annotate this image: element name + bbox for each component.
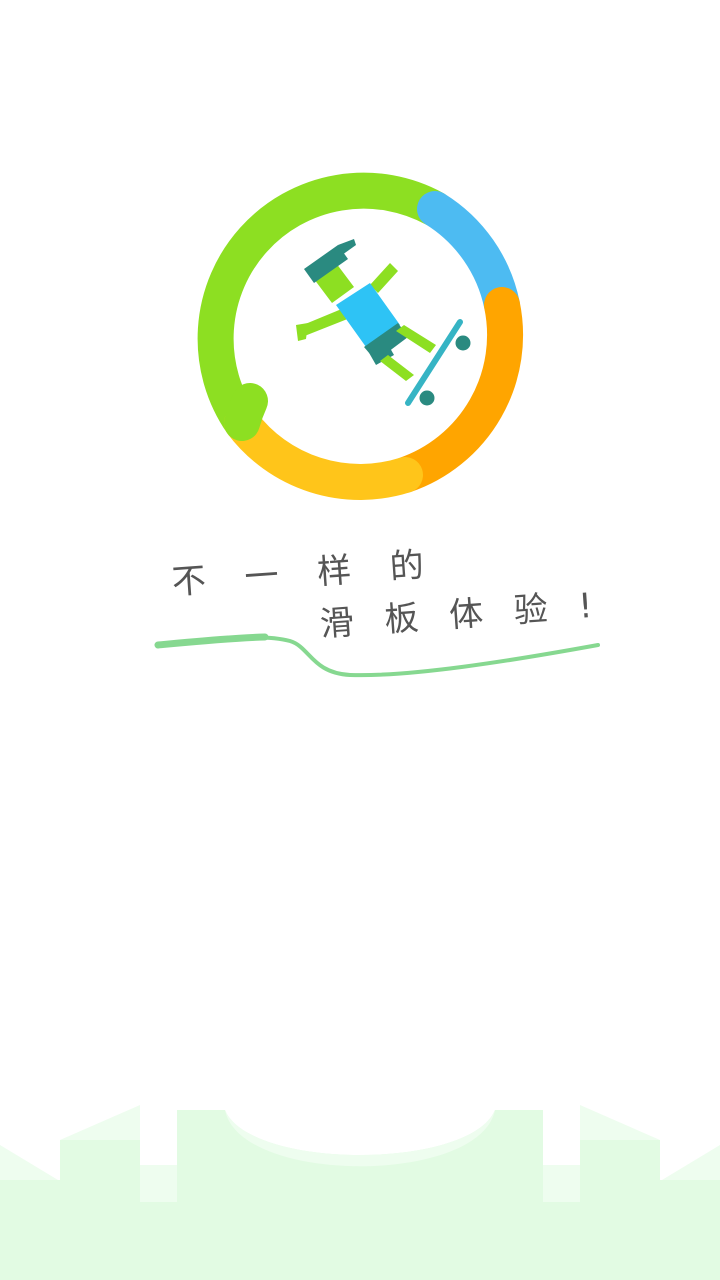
skatepark-ground-icon: [0, 1105, 720, 1280]
skater-figure: [296, 239, 471, 406]
app-logo-icon: [197, 172, 524, 500]
slogan: 不 一 样 的 滑 板 体 验 !: [150, 544, 610, 695]
ring-segment-yellow: [224, 405, 423, 500]
splash-screen: 不 一 样 的 滑 板 体 验 !: [0, 0, 720, 1280]
